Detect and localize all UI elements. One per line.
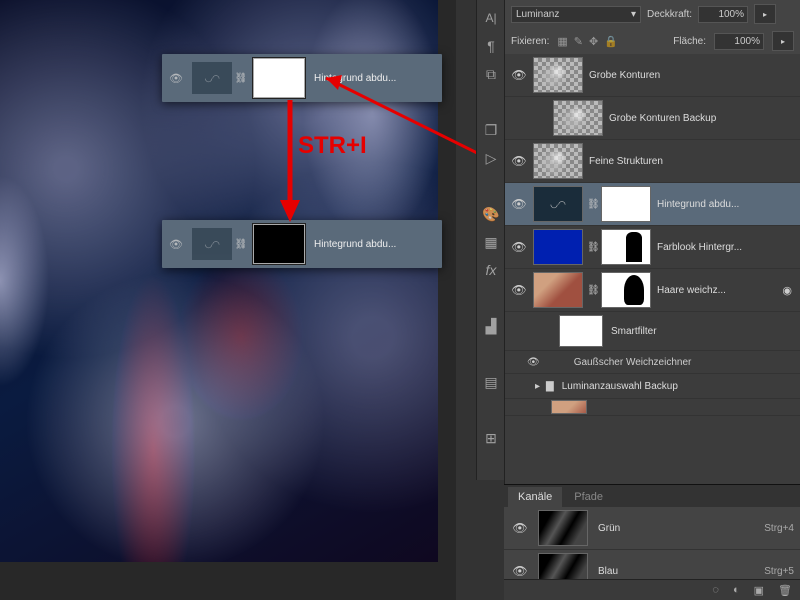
- mask-thumb[interactable]: [601, 272, 651, 308]
- visibility-toggle[interactable]: 👁: [509, 68, 529, 82]
- channel-thumb[interactable]: [538, 510, 588, 546]
- channel-shortcut: Strg+5: [764, 566, 794, 577]
- color-icon[interactable]: 🎨: [477, 200, 505, 228]
- tab-kanäle[interactable]: Kanäle: [508, 487, 562, 507]
- layer-row-2[interactable]: 👁 Feine Strukturen: [505, 140, 800, 183]
- floating-layer-0[interactable]: 👁◡◠⛓ Hintegrund abdu...: [162, 54, 442, 102]
- layer-label: Hintegrund abdu...: [310, 73, 442, 84]
- visibility-toggle[interactable]: 👁: [509, 283, 529, 297]
- paragraph-panel-icon[interactable]: ¶: [477, 32, 505, 60]
- link-icon[interactable]: ⛓: [587, 285, 597, 296]
- layer-row-1[interactable]: Grobe Konturen Backup: [505, 97, 800, 140]
- shortcut-annotation: STR+I: [298, 132, 367, 160]
- nav-icon[interactable]: ▷: [477, 144, 505, 172]
- filter-name[interactable]: Gaußscher Weichzeichner: [574, 357, 692, 368]
- channel-visibility[interactable]: 👁: [510, 521, 530, 535]
- lock-transparent-icon[interactable]: ▦: [557, 35, 567, 48]
- layer-name[interactable]: Hintegrund abdu...: [655, 199, 796, 210]
- layer-row-3[interactable]: 👁 ◡◠ ⛓ Hintegrund abdu...: [505, 183, 800, 226]
- visibility-toggle[interactable]: 👁: [509, 240, 529, 254]
- opacity-stepper[interactable]: ▸: [754, 4, 776, 24]
- tab-pfade[interactable]: Pfade: [564, 487, 613, 507]
- load-selection-icon[interactable]: ◌: [712, 584, 719, 596]
- layer-row-9[interactable]: [505, 399, 800, 416]
- fill-thumb[interactable]: [533, 229, 583, 265]
- new-channel-icon[interactable]: ▣: [754, 584, 764, 597]
- lock-all-icon[interactable]: 🔒: [604, 35, 618, 48]
- channels-panel: KanälePfade 👁 Grün Strg+4 👁 Blau Strg+5 ◌ ◐ ▣…: [504, 484, 800, 600]
- visibility-toggle[interactable]: 👁: [509, 197, 529, 211]
- mask-thumb[interactable]: [252, 57, 306, 99]
- expand-icon[interactable]: ▸: [535, 381, 540, 392]
- lock-pixels-icon[interactable]: ✎: [574, 35, 583, 48]
- smartfilter-mask[interactable]: [559, 315, 603, 347]
- visibility-toggle[interactable]: 👁: [509, 154, 529, 168]
- layer-row-4[interactable]: 👁 ⛓ Farblook Hintergr...: [505, 226, 800, 269]
- properties-icon[interactable]: ⊞: [477, 424, 505, 452]
- panel-icon-column: A| ¶ ⧉ ❐ ▷ 🎨 ▦ fx ▟ ▤ ⊞: [476, 0, 505, 480]
- clone-source-icon[interactable]: ⧉: [477, 60, 505, 88]
- layer-row-7[interactable]: 👁 Gaußscher Weichzeichner: [505, 351, 800, 374]
- layer-name[interactable]: Grobe Konturen Backup: [607, 113, 796, 124]
- swatches-icon[interactable]: ❐: [477, 116, 505, 144]
- layer-thumb[interactable]: [533, 143, 583, 179]
- fill-stepper[interactable]: ▸: [772, 31, 794, 51]
- smartfilter-label: Smartfilter: [609, 326, 800, 337]
- adjustment-thumb[interactable]: ◡◠: [192, 228, 232, 260]
- opacity-value[interactable]: 100%: [698, 6, 748, 23]
- styles-icon[interactable]: fx: [477, 256, 505, 284]
- mask-thumb[interactable]: [252, 223, 306, 265]
- opacity-label: Deckkraft:: [647, 9, 692, 20]
- layer-row-8[interactable]: ▸ ▇ Luminanzauswahl Backup: [505, 374, 800, 399]
- link-icon[interactable]: ⛓: [587, 242, 597, 253]
- mask-thumb[interactable]: [601, 186, 651, 222]
- adjustments-icon[interactable]: ▦: [477, 228, 505, 256]
- floating-layer-1[interactable]: 👁◡◠⛓ Hintegrund abdu...: [162, 220, 442, 268]
- lock-label: Fixieren:: [511, 36, 549, 47]
- save-selection-icon[interactable]: ◐: [733, 584, 740, 596]
- visibility-icon[interactable]: 👁: [162, 220, 190, 268]
- fill-label: Fläche:: [673, 36, 706, 47]
- layer-thumb[interactable]: [551, 400, 587, 414]
- link-icon[interactable]: ⛓: [234, 73, 248, 84]
- layer-thumb[interactable]: [553, 100, 603, 136]
- link-icon[interactable]: ⛓: [234, 239, 248, 250]
- layer-row-6[interactable]: Smartfilter: [505, 312, 800, 351]
- measurement-icon[interactable]: ▤: [477, 368, 505, 396]
- fill-value[interactable]: 100%: [714, 33, 764, 50]
- layer-name[interactable]: Haare weichz...: [655, 285, 778, 296]
- group-name[interactable]: Luminanzauswahl Backup: [560, 381, 794, 392]
- adjustment-thumb[interactable]: ◡◠: [192, 62, 232, 94]
- adjustment-thumb[interactable]: ◡◠: [533, 186, 583, 222]
- channel-visibility[interactable]: 👁: [510, 564, 530, 578]
- blend-mode-dropdown[interactable]: Luminanz▾: [511, 6, 641, 23]
- link-icon[interactable]: ⛓: [587, 199, 597, 210]
- layer-row-0[interactable]: 👁 Grobe Konturen: [505, 54, 800, 97]
- smart-thumb[interactable]: [533, 272, 583, 308]
- channels-footer: ◌ ◐ ▣ 🗑: [504, 579, 800, 600]
- mask-thumb[interactable]: [601, 229, 651, 265]
- channel-name: Blau: [596, 566, 756, 577]
- smart-icon: ◉: [782, 284, 792, 297]
- channel-row-grün[interactable]: 👁 Grün Strg+4: [504, 507, 800, 550]
- text-panel-icon[interactable]: A|: [477, 4, 505, 32]
- lock-position-icon[interactable]: ✥: [589, 35, 598, 48]
- layer-thumb[interactable]: [533, 57, 583, 93]
- delete-channel-icon[interactable]: 🗑: [778, 584, 792, 597]
- layer-label: Hintegrund abdu...: [310, 239, 442, 250]
- histogram-icon[interactable]: ▟: [477, 312, 505, 340]
- eye-icon[interactable]: 👁: [527, 357, 540, 368]
- layer-name[interactable]: Feine Strukturen: [587, 156, 796, 167]
- layer-row-5[interactable]: 👁 ⛓ Haare weichz... ◉: [505, 269, 800, 312]
- channel-name: Grün: [596, 523, 756, 534]
- layer-name[interactable]: Grobe Konturen: [587, 70, 796, 81]
- layer-name[interactable]: Farblook Hintergr...: [655, 242, 796, 253]
- visibility-icon[interactable]: 👁: [162, 54, 190, 102]
- channel-shortcut: Strg+4: [764, 523, 794, 534]
- folder-icon: ▇: [546, 381, 554, 392]
